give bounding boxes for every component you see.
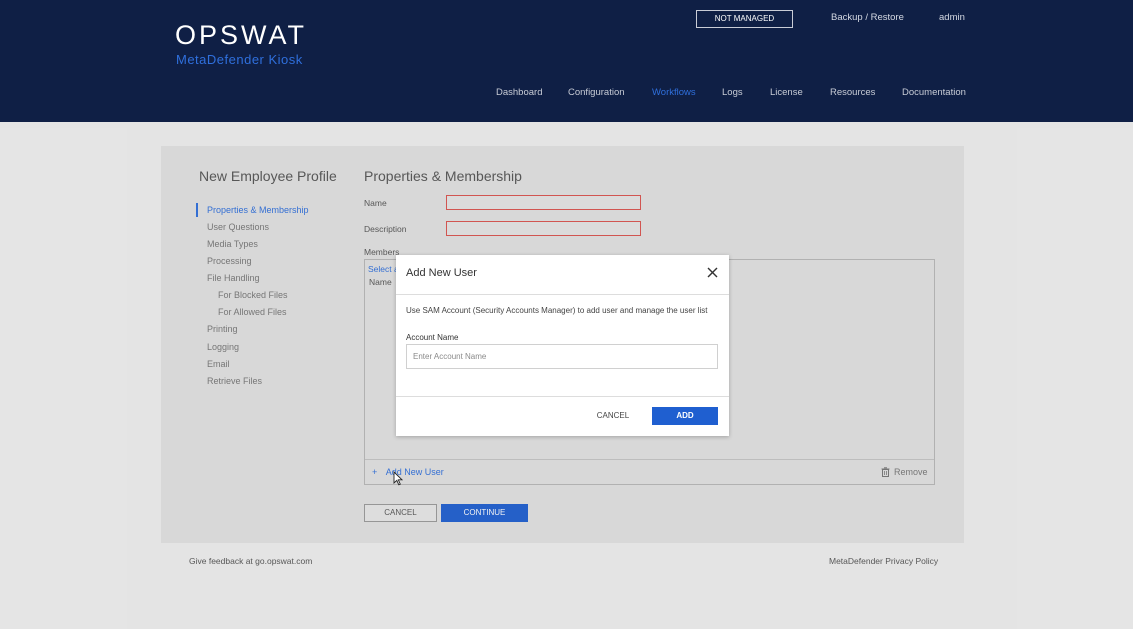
nav-workflows[interactable]: Workflows: [652, 87, 696, 98]
product-name: MetaDefender Kiosk: [176, 52, 303, 67]
nav-configuration[interactable]: Configuration: [568, 87, 625, 98]
dialog-cancel-button[interactable]: CANCEL: [592, 409, 634, 422]
dialog-title: Add New User: [406, 267, 477, 279]
nav-dashboard[interactable]: Dashboard: [496, 87, 542, 98]
dialog-footer-divider: [396, 396, 729, 397]
nav-resources[interactable]: Resources: [830, 87, 875, 98]
account-name-label: Account Name: [406, 333, 459, 342]
mouse-cursor-icon: [393, 471, 403, 486]
account-name-input[interactable]: [406, 344, 718, 369]
dialog-description: Use SAM Account (Security Accounts Manag…: [406, 306, 708, 315]
nav-license[interactable]: License: [770, 87, 803, 98]
nav-logs[interactable]: Logs: [722, 87, 743, 98]
opswat-logo: OPSWAT: [175, 20, 307, 50]
management-status-badge: NOT MANAGED: [696, 10, 793, 28]
dialog-add-button[interactable]: ADD: [652, 407, 718, 425]
nav-documentation[interactable]: Documentation: [902, 87, 966, 98]
close-icon[interactable]: [706, 266, 719, 279]
backup-restore-link[interactable]: Backup / Restore: [831, 12, 904, 23]
app-header: OPSWAT MetaDefender Kiosk NOT MANAGED Ba…: [0, 0, 1133, 122]
add-new-user-dialog: Add New User Use SAM Account (Security A…: [396, 255, 729, 436]
dialog-header-divider: [396, 294, 729, 295]
user-menu[interactable]: admin: [939, 12, 965, 23]
